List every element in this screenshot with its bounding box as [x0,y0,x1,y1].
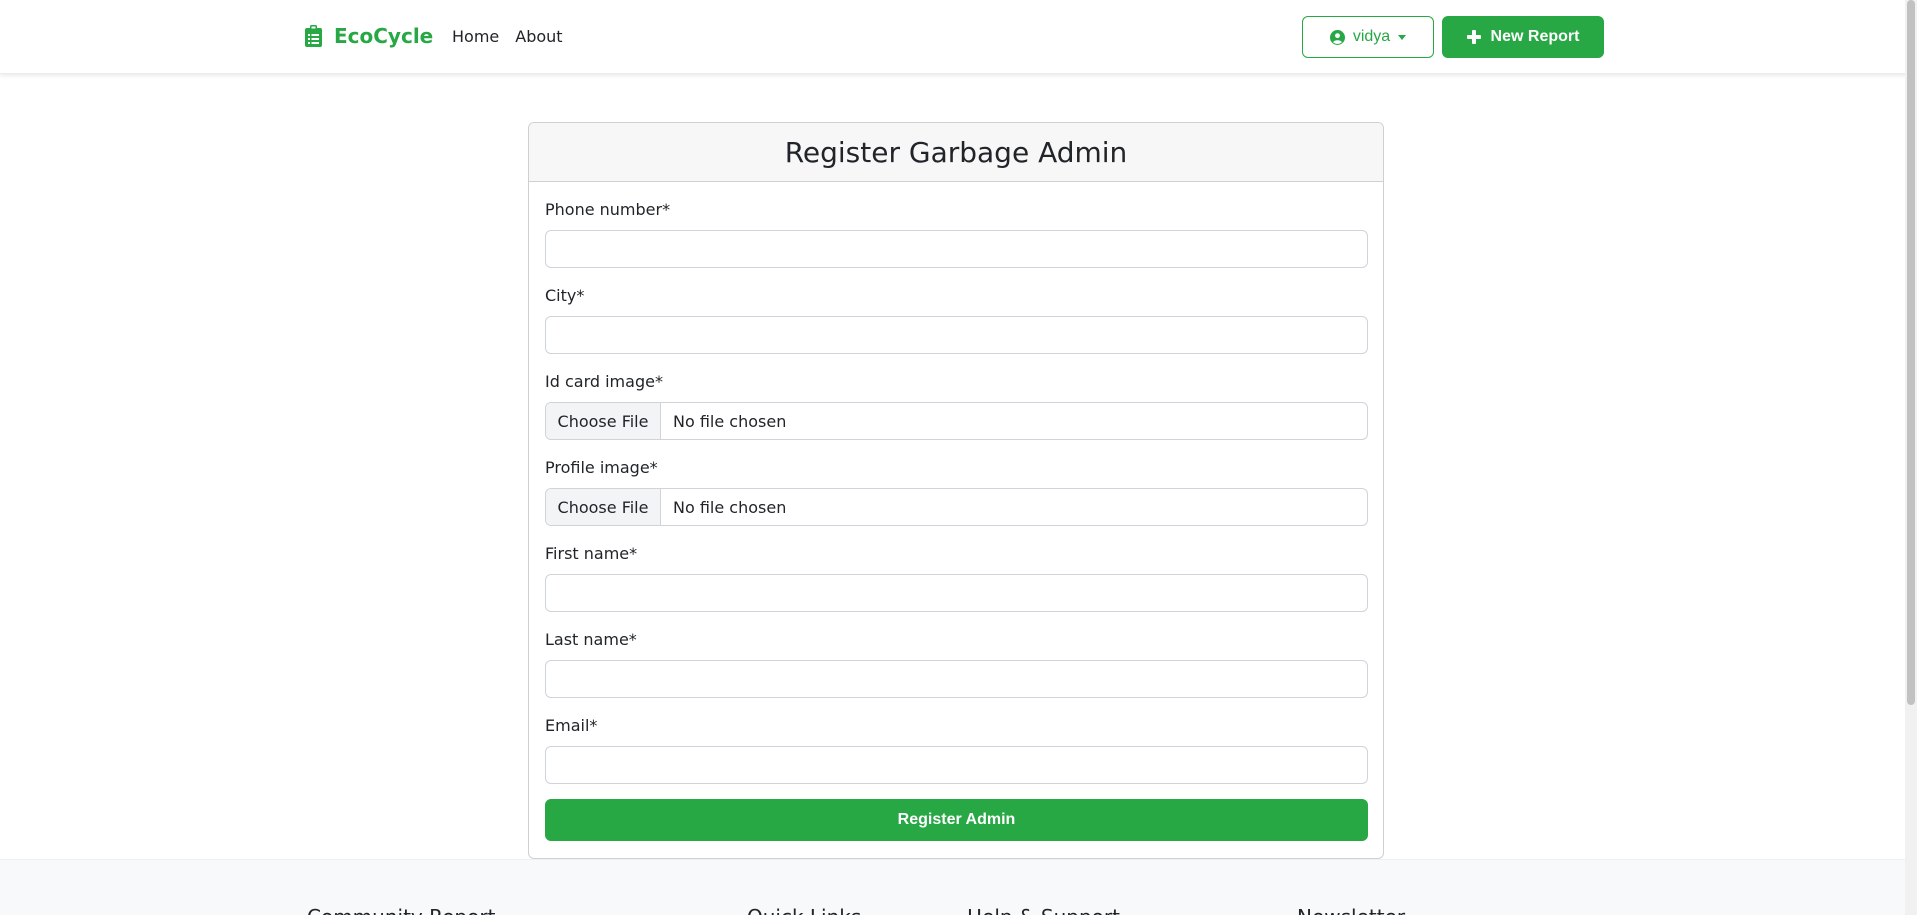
user-circle-icon [1329,29,1345,45]
footer: Community Report Quick Links Help & Supp… [0,859,1917,915]
clipboard-icon [305,25,322,47]
plus-icon [1466,30,1481,44]
city-label: City* [545,286,585,305]
nav-link-about[interactable]: About [515,27,562,46]
city-input[interactable] [545,316,1368,354]
id-card-file-status: No file chosen [673,411,787,431]
brand-link[interactable]: EcoCycle [305,24,433,48]
new-report-label: New Report [1490,28,1580,45]
page-title: Register Garbage Admin [784,135,1128,169]
footer-heading-community: Community Report [307,905,495,915]
top-navbar: EcoCycle Home About vidya New Report [0,0,1917,74]
id-card-choose-file-button[interactable]: Choose File [546,403,661,439]
profile-image-label: Profile image* [545,458,658,477]
nav-link-home[interactable]: Home [452,27,499,46]
page-scrollbar[interactable] [1905,0,1917,915]
first-name-input[interactable] [545,574,1368,612]
last-name-input[interactable] [545,660,1368,698]
phone-input[interactable] [545,230,1368,268]
scrollbar-thumb[interactable] [1907,0,1915,705]
register-admin-button[interactable]: Register Admin [545,799,1368,841]
first-name-label: First name* [545,544,638,563]
footer-heading-newsletter: Newsletter [1297,905,1405,915]
caret-down-icon [1398,34,1407,40]
phone-label: Phone number* [545,200,671,219]
user-menu-button[interactable]: vidya [1302,16,1434,58]
nav-links: Home About [452,27,579,46]
card-header: Register Garbage Admin [529,123,1383,182]
user-name: vidya [1352,28,1391,45]
profile-file-status: No file chosen [673,497,787,517]
brand-name: EcoCycle [334,24,434,48]
last-name-label: Last name* [545,630,637,649]
footer-heading-quick-links: Quick Links [747,905,861,915]
profile-choose-file-button[interactable]: Choose File [546,489,661,525]
email-input[interactable] [545,746,1368,784]
id-card-image-label: Id card image* [545,372,663,391]
profile-image-file-input[interactable]: Choose File No file chosen [545,488,1368,526]
id-card-file-input[interactable]: Choose File No file chosen [545,402,1368,440]
register-admin-card: Register Garbage Admin Phone number* Cit… [528,122,1384,859]
email-label: Email* [545,716,598,735]
new-report-button[interactable]: New Report [1442,16,1604,58]
footer-heading-help: Help & Support [967,905,1120,915]
